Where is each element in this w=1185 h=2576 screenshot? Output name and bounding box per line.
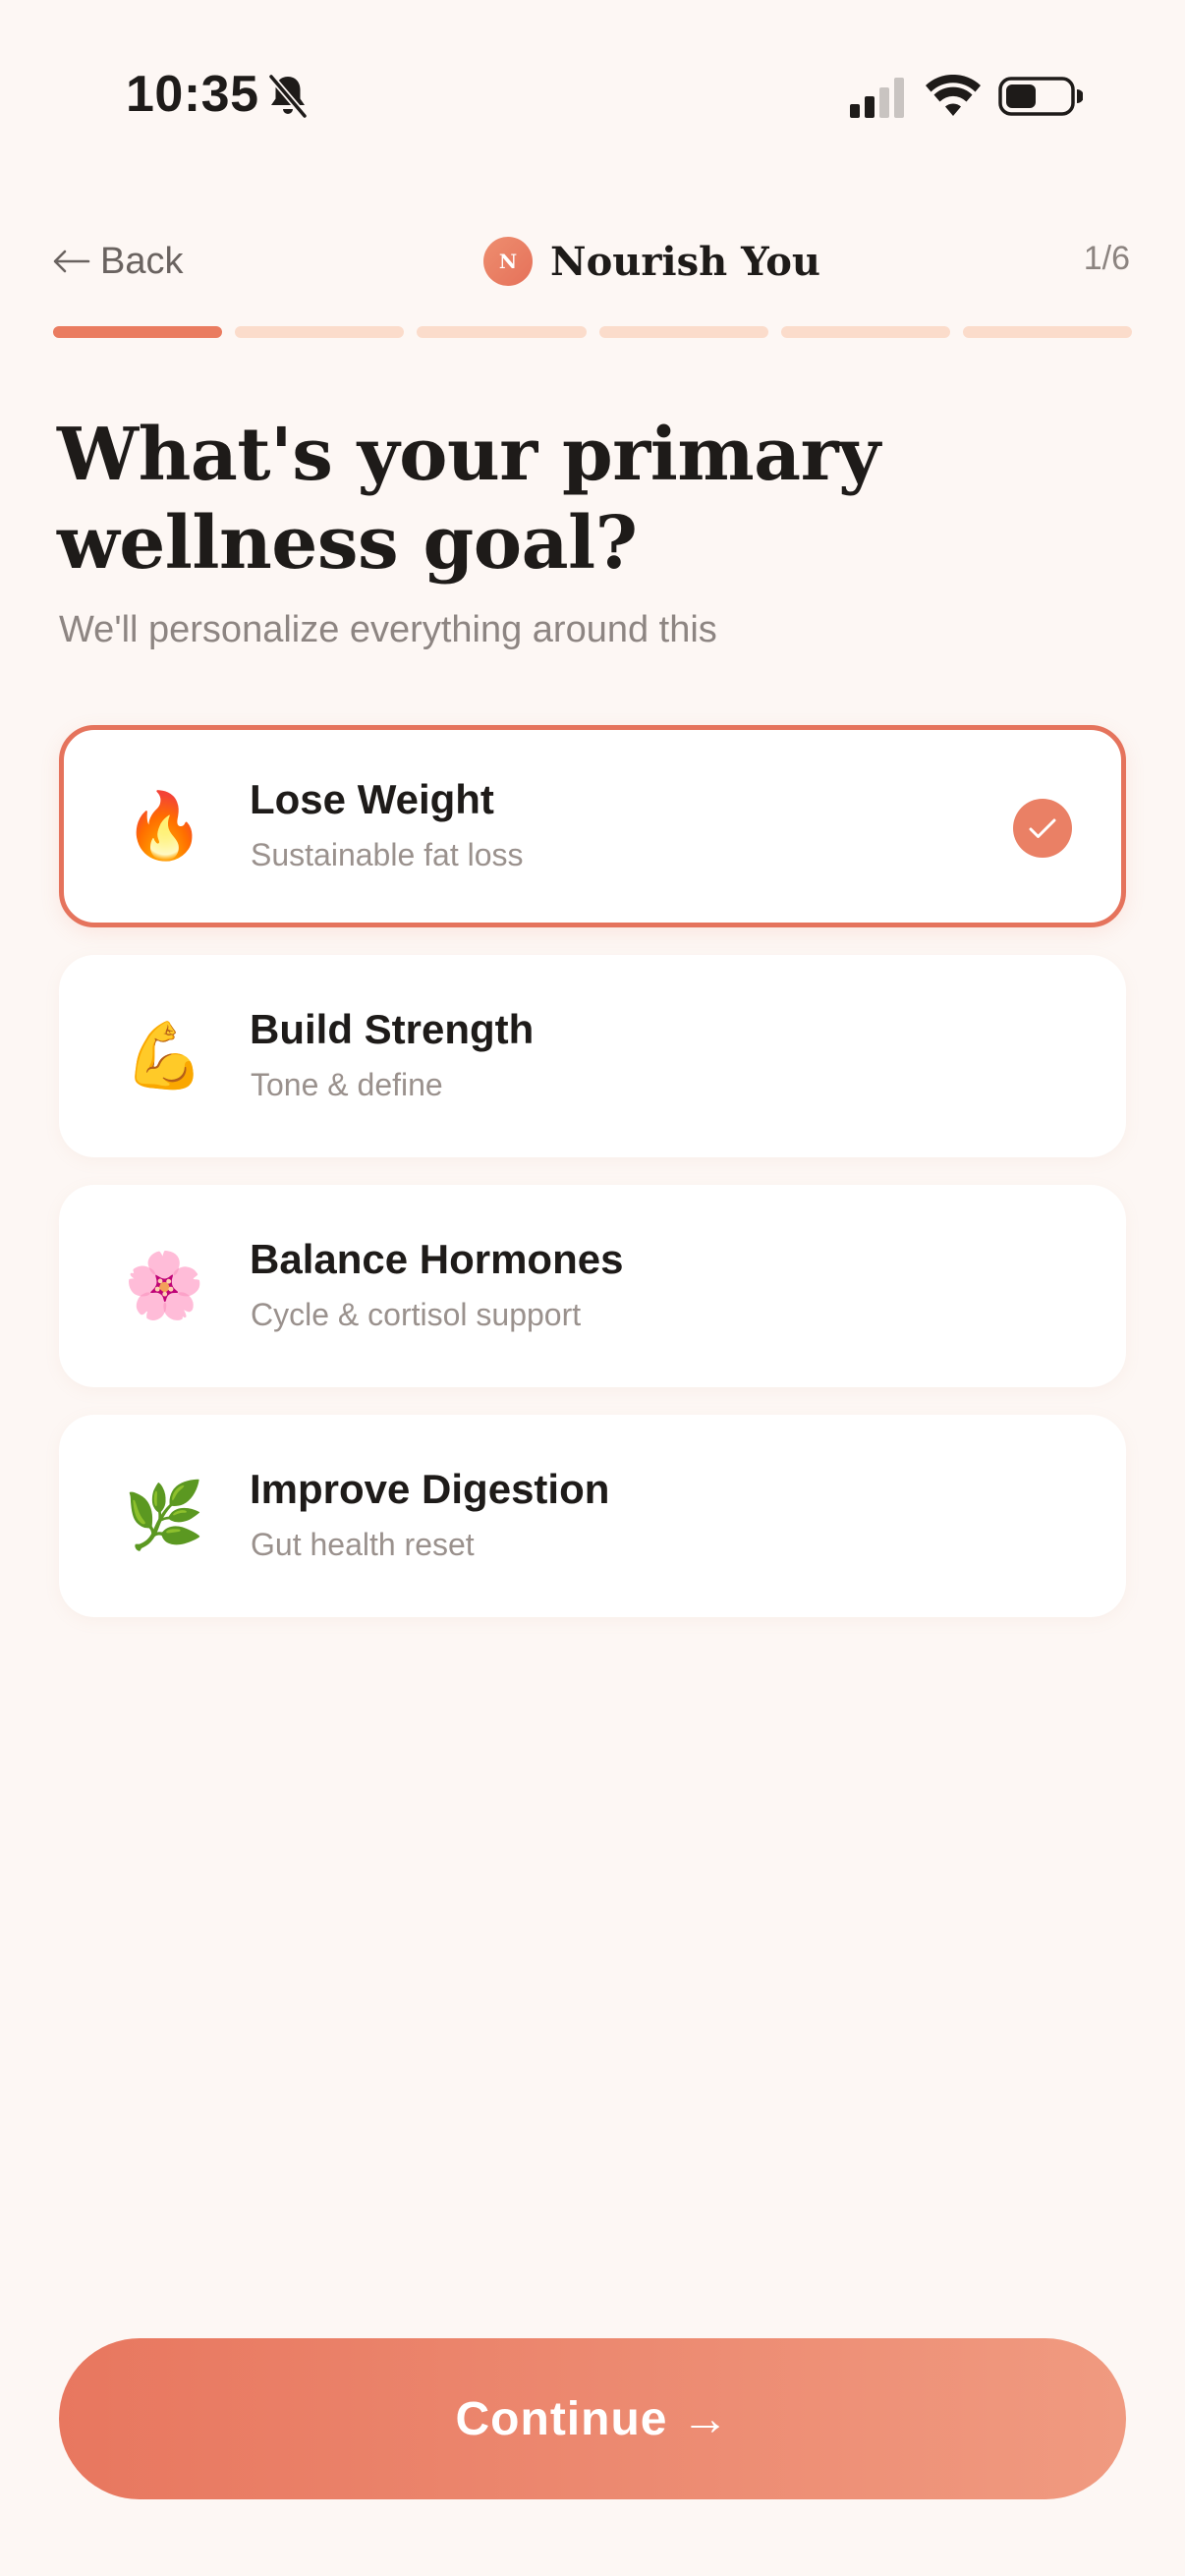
- page-title: What's your primary wellness goal?: [57, 413, 880, 586]
- continue-label: Continue: [455, 2392, 668, 2445]
- herb-icon: 🌿: [124, 1479, 205, 1551]
- brand-name: Nourish You: [550, 238, 820, 285]
- progress-segment: [962, 326, 1133, 338]
- progress-segment: [235, 326, 405, 338]
- brand-logo: N: [483, 237, 533, 286]
- progress-segment: [780, 326, 950, 338]
- fire-icon: 🔥: [124, 789, 205, 862]
- progress-segment: [53, 326, 223, 338]
- progress-segment: [417, 326, 587, 338]
- option-title: Build Strength: [250, 1006, 535, 1052]
- progress-segment: [598, 326, 768, 338]
- option-subtitle: Tone & define: [251, 1067, 443, 1102]
- option-title: Balance Hormones: [250, 1236, 624, 1282]
- option-card-balance-hormones[interactable]: 🌸 Balance Hormones Cycle & cortisol supp…: [59, 1185, 1126, 1387]
- option-title: Improve Digestion: [250, 1466, 610, 1512]
- arrow-right-icon: →: [681, 2392, 730, 2445]
- page-subtitle: We'll personalize everything around this: [59, 609, 717, 650]
- goal-options: 🔥 Lose Weight Sustainable fat loss 💪 Bui…: [59, 725, 1126, 1645]
- back-button[interactable]: Back: [53, 236, 183, 287]
- step-indicator: 1/6: [1083, 240, 1130, 277]
- option-title: Lose Weight: [250, 776, 494, 822]
- wifi-icon: [926, 75, 981, 116]
- option-subtitle: Cycle & cortisol support: [251, 1297, 582, 1332]
- option-card-build-strength[interactable]: 💪 Build Strength Tone & define: [59, 955, 1126, 1157]
- battery-icon: [998, 77, 1083, 116]
- option-card-improve-digestion[interactable]: 🌿 Improve Digestion Gut health reset: [59, 1415, 1126, 1617]
- status-bar: 10:35: [0, 0, 1185, 196]
- option-subtitle: Sustainable fat loss: [251, 837, 524, 872]
- flexed-biceps-icon: 💪: [124, 1019, 205, 1092]
- arrow-left-icon: [53, 250, 90, 273]
- continue-button[interactable]: Continue →: [59, 2338, 1126, 2499]
- cellular-signal-icon: [850, 78, 904, 118]
- brand: N Nourish You: [483, 236, 820, 287]
- cherry-blossom-icon: 🌸: [124, 1249, 205, 1321]
- progress-bar: [53, 326, 1133, 338]
- status-time: 10:35: [126, 66, 259, 123]
- selected-check-icon: [1013, 799, 1072, 858]
- option-subtitle: Gut health reset: [251, 1527, 475, 1562]
- option-card-lose-weight[interactable]: 🔥 Lose Weight Sustainable fat loss: [59, 725, 1126, 927]
- back-label: Back: [100, 240, 184, 282]
- bell-slash-icon: [268, 74, 308, 119]
